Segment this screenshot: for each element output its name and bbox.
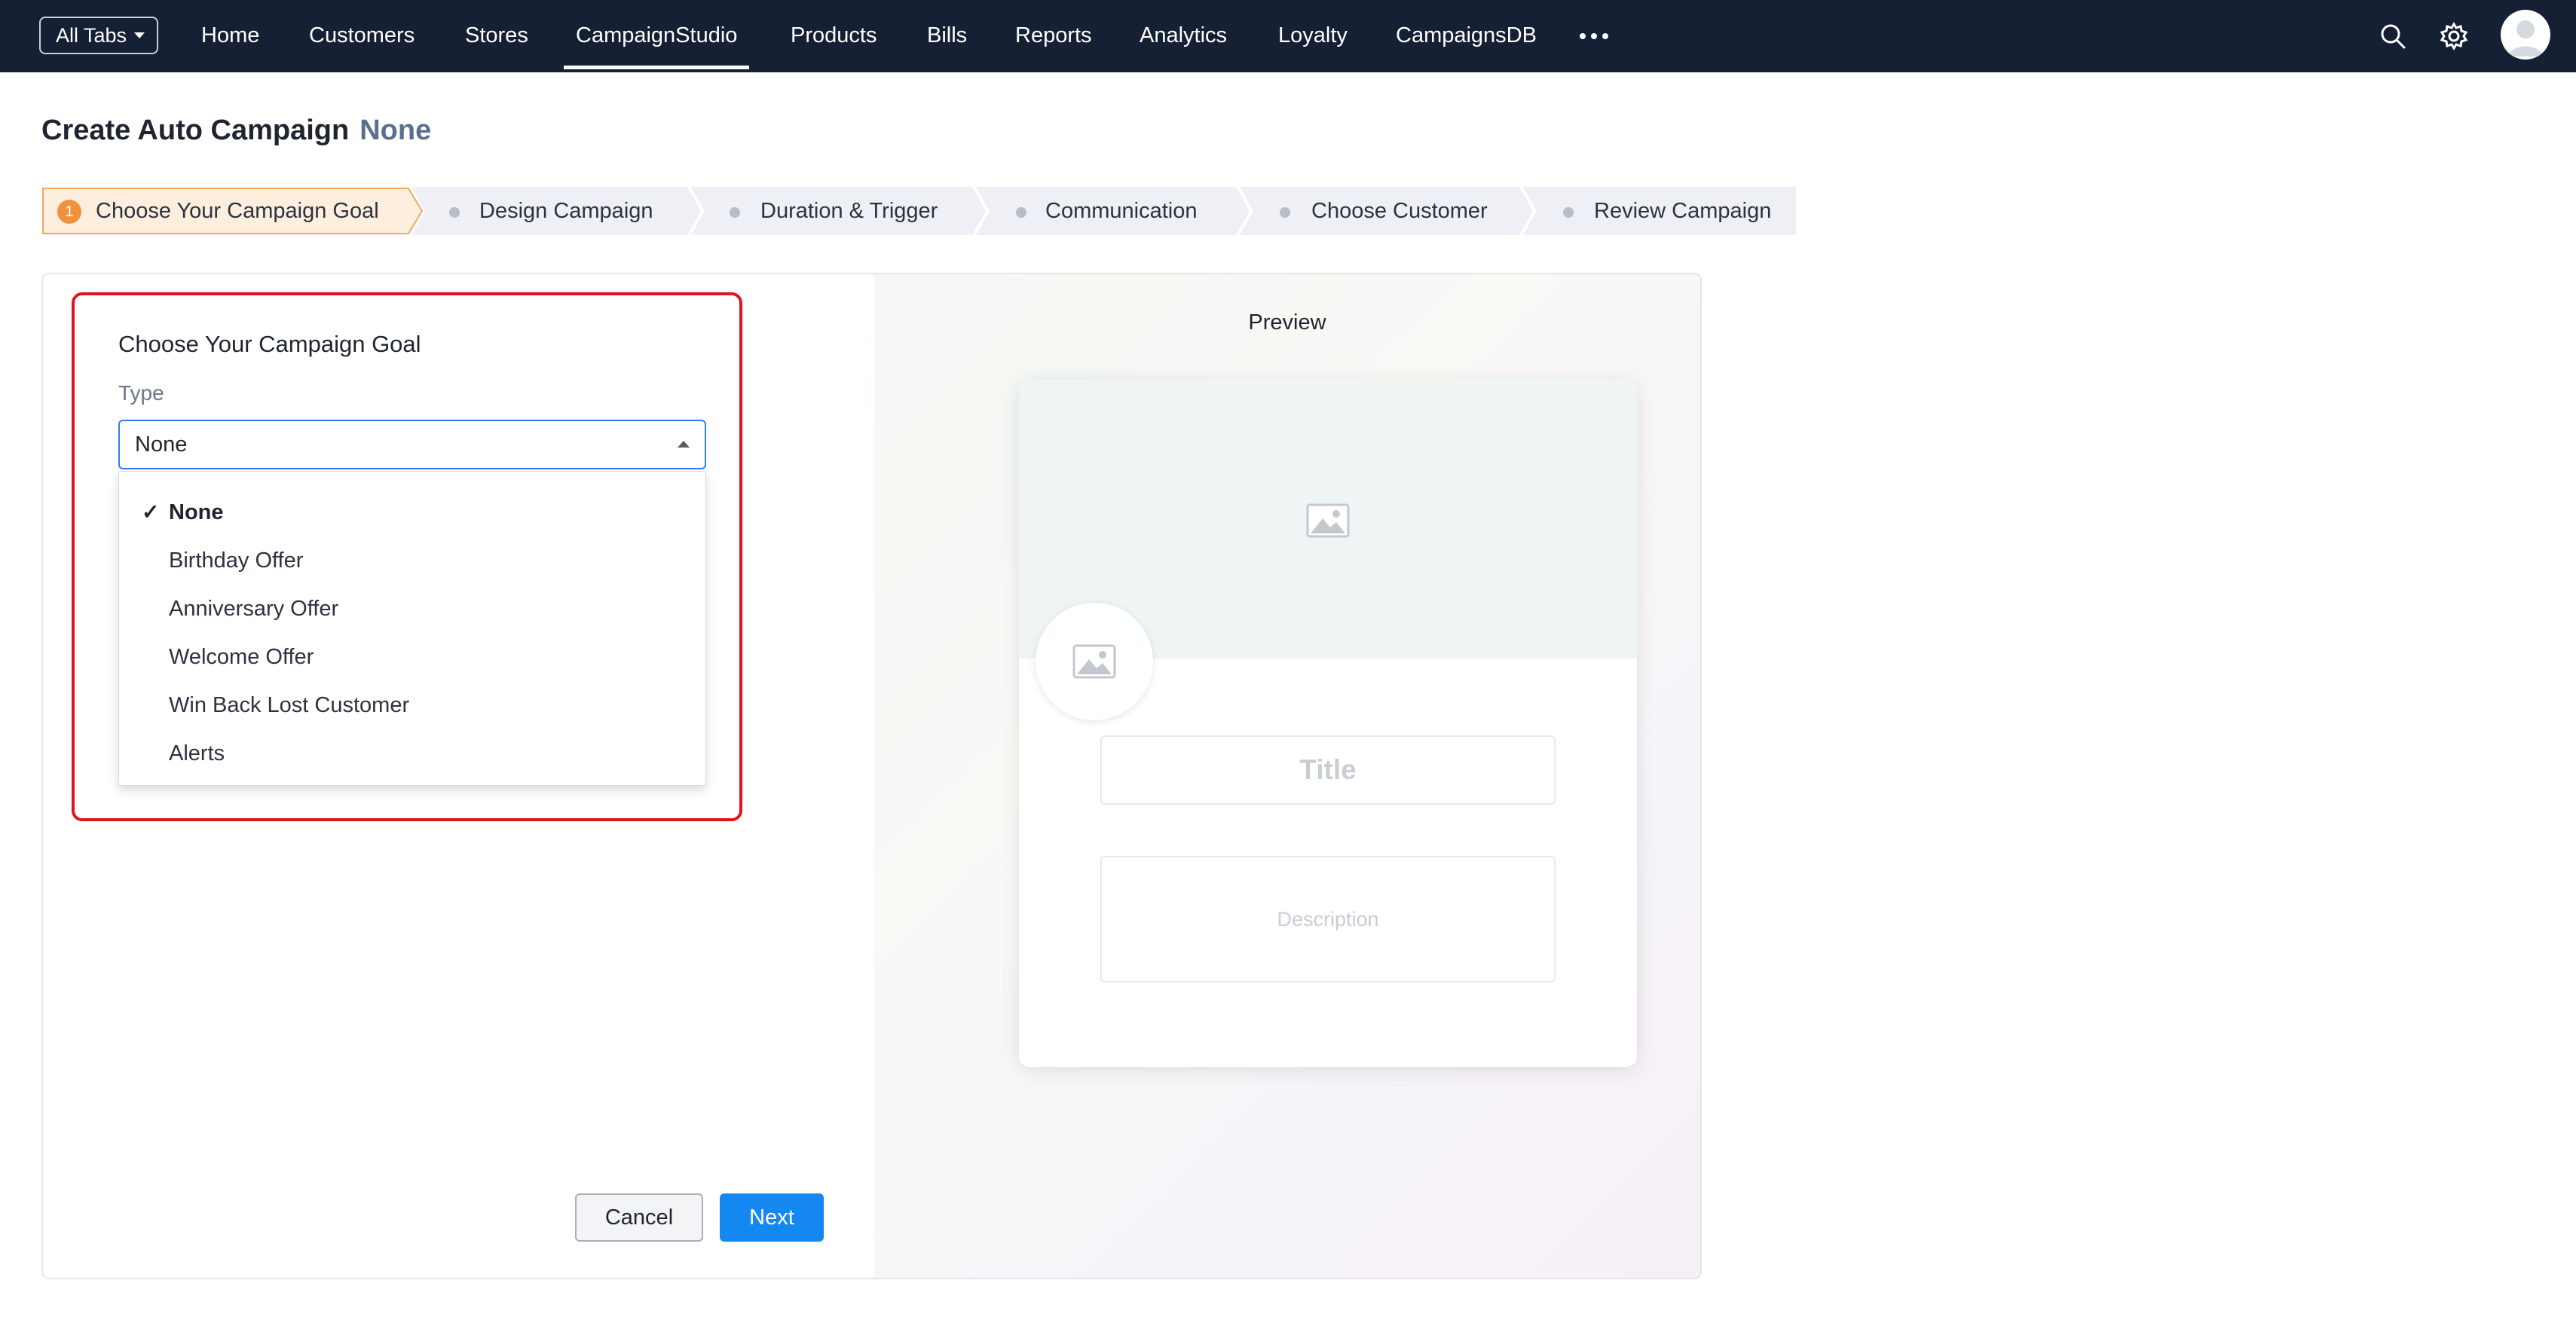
nav-home[interactable]: Home [201, 0, 259, 72]
image-icon [1072, 644, 1116, 679]
step-dot-icon [730, 207, 740, 218]
search-icon[interactable] [2378, 21, 2408, 51]
campaign-stepper: 1 Choose Your Campaign Goal Design Campa… [41, 187, 1796, 235]
image-icon [1306, 503, 1350, 538]
option-label: Alerts [169, 741, 225, 765]
nav-campaignsdb[interactable]: CampaignsDB [1396, 0, 1537, 72]
goal-pane: Choose Your Campaign Goal Type None ✓ No… [43, 274, 874, 1278]
option-welcome-offer[interactable]: Welcome Offer [119, 633, 705, 681]
nav-customers[interactable]: Customers [309, 0, 415, 72]
preview-description-field: Description [1100, 856, 1556, 982]
preview-card: Title Description [1019, 380, 1637, 1067]
nav-loyalty[interactable]: Loyalty [1278, 0, 1348, 72]
nav-campaignstudio[interactable]: CampaignStudio [563, 0, 750, 72]
option-birthday-offer[interactable]: Birthday Offer [119, 536, 705, 585]
more-icon[interactable] [1580, 33, 1608, 39]
option-alerts[interactable]: Alerts [119, 729, 705, 778]
option-label: None [169, 500, 224, 524]
nav-reports[interactable]: Reports [1015, 0, 1092, 72]
step-label: Design Campaign [479, 199, 653, 223]
step-dot-icon [449, 207, 460, 218]
page-title-text: Create Auto Campaign [41, 115, 350, 146]
option-none[interactable]: ✓ None [119, 488, 705, 536]
page-title: Create Auto Campaign None [41, 115, 431, 147]
option-label: Birthday Offer [169, 548, 304, 573]
step-dot-icon [1016, 207, 1026, 218]
preview-label: Preview [1248, 310, 1326, 335]
step-dot-icon [1563, 207, 1574, 218]
step-dot-icon [1280, 207, 1290, 218]
goal-title: Choose Your Campaign Goal [118, 331, 421, 357]
type-select[interactable]: None [118, 420, 706, 469]
option-win-back-lost-customer[interactable]: Win Back Lost Customer [119, 681, 705, 729]
step-label: Duration & Trigger [760, 199, 938, 223]
nav-bills[interactable]: Bills [927, 0, 967, 72]
chevron-down-icon [134, 32, 145, 38]
option-label: Welcome Offer [169, 645, 314, 669]
option-label: Anniversary Offer [169, 597, 339, 621]
step-number: 1 [57, 200, 81, 224]
logo-image-placeholder [1036, 603, 1153, 720]
top-nav: All Tabs Home Customers Stores CampaignS… [0, 0, 2576, 72]
check-icon: ✓ [142, 500, 160, 524]
type-dropdown-menu: ✓ None Birthday Offer Anniversary Offer … [118, 471, 706, 786]
step-label: Choose Customer [1311, 199, 1488, 223]
step-label: Review Campaign [1594, 199, 1772, 223]
goal-section: Choose Your Campaign Goal Type None ✓ No… [72, 292, 742, 821]
preview-pane: Preview Title Description [874, 274, 1700, 1278]
step-label: Communication [1045, 199, 1198, 223]
nav-stores[interactable]: Stores [465, 0, 528, 72]
cancel-button[interactable]: Cancel [575, 1193, 703, 1242]
nav-analytics[interactable]: Analytics [1140, 0, 1227, 72]
next-button[interactable]: Next [720, 1193, 824, 1242]
option-label: Win Back Lost Customer [169, 693, 410, 717]
campaign-card: Choose Your Campaign Goal Type None ✓ No… [41, 273, 1702, 1279]
avatar[interactable] [2501, 10, 2550, 60]
type-select-value: None [135, 432, 188, 457]
all-tabs-dropdown[interactable]: All Tabs [39, 17, 158, 54]
option-anniversary-offer[interactable]: Anniversary Offer [119, 585, 705, 633]
all-tabs-label: All Tabs [56, 23, 127, 47]
type-label: Type [118, 381, 164, 405]
chevron-up-icon [678, 441, 690, 448]
nav-products[interactable]: Products [791, 0, 877, 72]
campaign-name: None [359, 115, 432, 146]
gear-icon[interactable] [2439, 21, 2469, 51]
step-label: Choose Your Campaign Goal [96, 199, 379, 223]
preview-title-field: Title [1100, 735, 1556, 805]
